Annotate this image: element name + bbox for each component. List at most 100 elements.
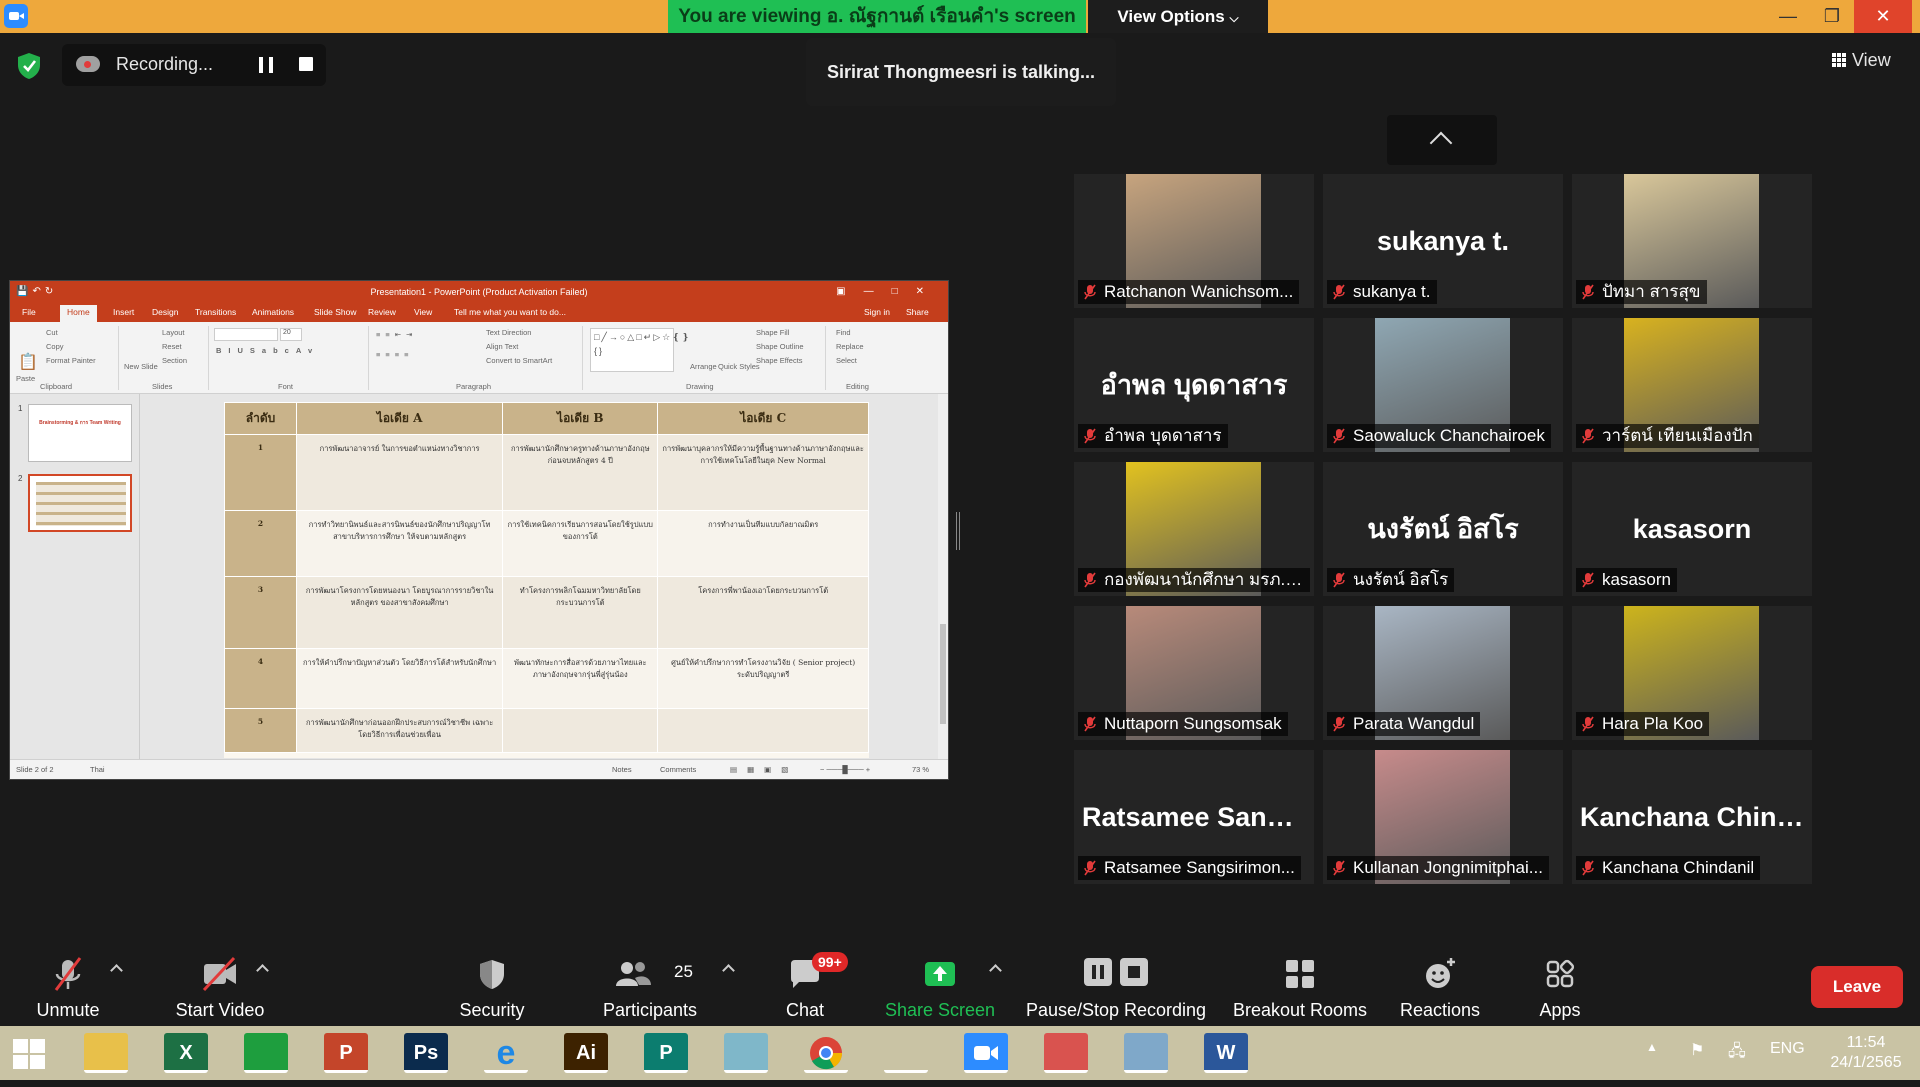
new-slide-button[interactable]: New Slide bbox=[124, 362, 158, 371]
split-view-handle[interactable] bbox=[956, 512, 960, 550]
arrange-button[interactable]: Arrange bbox=[690, 362, 717, 371]
font-name-box[interactable] bbox=[214, 328, 278, 341]
internet-explorer-icon[interactable]: e bbox=[484, 1033, 528, 1073]
shape-effects-button[interactable]: Shape Effects bbox=[756, 356, 803, 365]
copy-button[interactable]: Copy bbox=[46, 342, 64, 351]
ppt-window-controls[interactable]: ▣—□✕ bbox=[836, 281, 942, 303]
ppt-sign-in[interactable]: Sign in bbox=[864, 307, 890, 317]
stop-recording-icon[interactable] bbox=[299, 57, 313, 71]
ppt-tab-animations[interactable]: Animations bbox=[252, 307, 294, 317]
minimize-button[interactable]: — bbox=[1766, 0, 1810, 33]
participant-tile[interactable]: Kullanan Jongnimitphai... bbox=[1323, 750, 1563, 884]
illustrator-icon[interactable]: Ai bbox=[564, 1033, 608, 1073]
word-icon[interactable]: W bbox=[1204, 1033, 1248, 1073]
view-options-button[interactable]: View Options ⌵ bbox=[1088, 0, 1268, 33]
ppt-share[interactable]: Share bbox=[906, 307, 929, 317]
photoshop-icon[interactable]: Ps bbox=[404, 1033, 448, 1073]
zoom-icon[interactable] bbox=[964, 1033, 1008, 1073]
tray-chevron-icon[interactable]: ▲ bbox=[1646, 1040, 1658, 1054]
cut-button[interactable]: Cut bbox=[46, 328, 58, 337]
font-size-box[interactable]: 20 bbox=[280, 328, 302, 341]
ppt-tab-slideshow[interactable]: Slide Show bbox=[314, 307, 357, 317]
participant-tile[interactable]: Kanchana Chind... Kanchana Chindanil bbox=[1572, 750, 1812, 884]
pause-recording-icon[interactable] bbox=[259, 57, 273, 73]
format-painter-button[interactable]: Format Painter bbox=[46, 356, 96, 365]
view-layout-button[interactable]: View bbox=[1832, 50, 1891, 71]
quick-styles-button[interactable]: Quick Styles bbox=[718, 362, 760, 371]
shapes-gallery[interactable]: □╱→○△□↵▷☆❴❵{} bbox=[590, 328, 689, 372]
participant-tile[interactable]: ปัทมา สารสุข bbox=[1572, 174, 1812, 308]
layout-button[interactable]: Layout bbox=[162, 328, 185, 337]
share-screen-button[interactable]: Share Screen bbox=[880, 954, 1000, 1024]
slide-thumbnail-2[interactable] bbox=[28, 474, 132, 532]
shared-screen[interactable]: 💾↶↻ Presentation1 - PowerPoint (Product … bbox=[9, 280, 949, 780]
zoom-slider[interactable]: − ───█─── + bbox=[820, 765, 870, 774]
paste-icon[interactable]: 📋 bbox=[18, 352, 38, 372]
gallery-page-up-button[interactable] bbox=[1387, 115, 1497, 165]
file-explorer-icon[interactable] bbox=[84, 1033, 128, 1073]
input-language[interactable]: ENG bbox=[1770, 1040, 1805, 1058]
convert-smartart-button[interactable]: Convert to SmartArt bbox=[486, 356, 552, 365]
scrollbar-thumb[interactable] bbox=[940, 624, 946, 724]
publisher-icon[interactable]: P bbox=[644, 1033, 688, 1073]
participant-tile[interactable]: อำพล บุดดาสาร อำพล บุดดาสาร bbox=[1074, 318, 1314, 452]
system-clock[interactable]: 11:54 24/1/2565 bbox=[1828, 1033, 1904, 1073]
participant-tile[interactable]: Hara Pla Koo bbox=[1572, 606, 1812, 740]
zoom-level[interactable]: 73 % bbox=[912, 765, 929, 774]
participant-tile[interactable]: sukanya t. sukanya t. bbox=[1323, 174, 1563, 308]
ppt-tab-review[interactable]: Review bbox=[368, 307, 396, 317]
photos-icon[interactable] bbox=[1044, 1033, 1088, 1073]
paint-icon[interactable] bbox=[884, 1033, 928, 1073]
notebook-icon[interactable] bbox=[724, 1033, 768, 1073]
bullets-buttons[interactable]: ≡≡⇤⇥ bbox=[376, 330, 417, 339]
participant-tile[interactable]: Parata Wangdul bbox=[1323, 606, 1563, 740]
breakout-rooms-button[interactable]: Breakout Rooms bbox=[1230, 954, 1370, 1024]
participant-tile[interactable]: Nuttaporn Sungsomsak bbox=[1074, 606, 1314, 740]
chrome-icon[interactable] bbox=[804, 1033, 848, 1073]
slide-thumbnail-1[interactable]: Brainstorming & การ Team Writing bbox=[28, 404, 132, 462]
participant-tile[interactable]: นงรัตน์ อิสโร นงรัตน์ อิสโร bbox=[1323, 462, 1563, 596]
excel-icon[interactable]: X bbox=[164, 1033, 208, 1073]
reset-button[interactable]: Reset bbox=[162, 342, 182, 351]
section-button[interactable]: Section bbox=[162, 356, 187, 365]
encryption-shield-icon[interactable] bbox=[16, 52, 42, 80]
select-button[interactable]: Select bbox=[836, 356, 857, 365]
replace-button[interactable]: Replace bbox=[836, 342, 864, 351]
participant-tile[interactable]: Ratsamee Sangs... Ratsamee Sangsirimon... bbox=[1074, 750, 1314, 884]
ppt-tab-view[interactable]: View bbox=[414, 307, 432, 317]
notes-button[interactable]: Notes bbox=[612, 765, 632, 774]
security-button[interactable]: Security bbox=[452, 954, 532, 1024]
close-button[interactable]: ✕ bbox=[1854, 0, 1912, 33]
shape-fill-button[interactable]: Shape Fill bbox=[756, 328, 789, 337]
unmute-button[interactable]: Unmute bbox=[28, 954, 108, 1024]
ppt-tab-transitions[interactable]: Transitions bbox=[195, 307, 236, 317]
participant-tile[interactable]: กองพัฒนานักศึกษา มรภ.พร... bbox=[1074, 462, 1314, 596]
store-icon[interactable] bbox=[244, 1033, 288, 1073]
ppt-vertical-scrollbar[interactable] bbox=[938, 394, 948, 760]
apps-button[interactable]: Apps bbox=[1520, 954, 1600, 1024]
action-center-flag-icon[interactable]: ⚑ bbox=[1690, 1040, 1704, 1060]
ppt-tab-home[interactable]: Home bbox=[60, 305, 97, 322]
align-buttons[interactable]: ≡≡≡≡ bbox=[376, 350, 414, 359]
windows-start-icon[interactable] bbox=[13, 1039, 45, 1069]
pause-stop-recording-button[interactable]: Pause/Stop Recording bbox=[1024, 954, 1208, 1024]
reactions-button[interactable]: Reactions bbox=[1400, 954, 1480, 1024]
slide-canvas[interactable]: ลำดับ ไอเดีย A ไอเดีย B ไอเดีย C 1 การพั… bbox=[224, 402, 869, 758]
comments-button[interactable]: Comments bbox=[660, 765, 696, 774]
leave-button[interactable]: Leave bbox=[1811, 966, 1903, 1008]
participant-tile[interactable]: วาร์ตน์ เทียนเมืองปัก bbox=[1572, 318, 1812, 452]
participant-tile[interactable]: Ratchanon Wanichsom... bbox=[1074, 174, 1314, 308]
control-panel-icon[interactable] bbox=[1124, 1033, 1168, 1073]
font-format-buttons[interactable]: BIUSabcAv bbox=[216, 346, 319, 355]
paste-button[interactable]: Paste bbox=[16, 374, 35, 383]
shape-outline-button[interactable]: Shape Outline bbox=[756, 342, 804, 351]
ppt-tab-insert[interactable]: Insert bbox=[113, 307, 134, 317]
view-mode-buttons[interactable]: ▤▦▣▧ bbox=[730, 765, 798, 774]
ppt-tab-design[interactable]: Design bbox=[152, 307, 178, 317]
ppt-tab-file[interactable]: File bbox=[22, 307, 36, 317]
audio-options-caret[interactable] bbox=[110, 964, 123, 977]
quick-access-toolbar[interactable]: 💾↶↻ bbox=[16, 281, 57, 303]
align-text-button[interactable]: Align Text bbox=[486, 342, 518, 351]
participant-tile[interactable]: kasasorn kasasorn bbox=[1572, 462, 1812, 596]
restore-button[interactable]: ❐ bbox=[1810, 0, 1854, 33]
